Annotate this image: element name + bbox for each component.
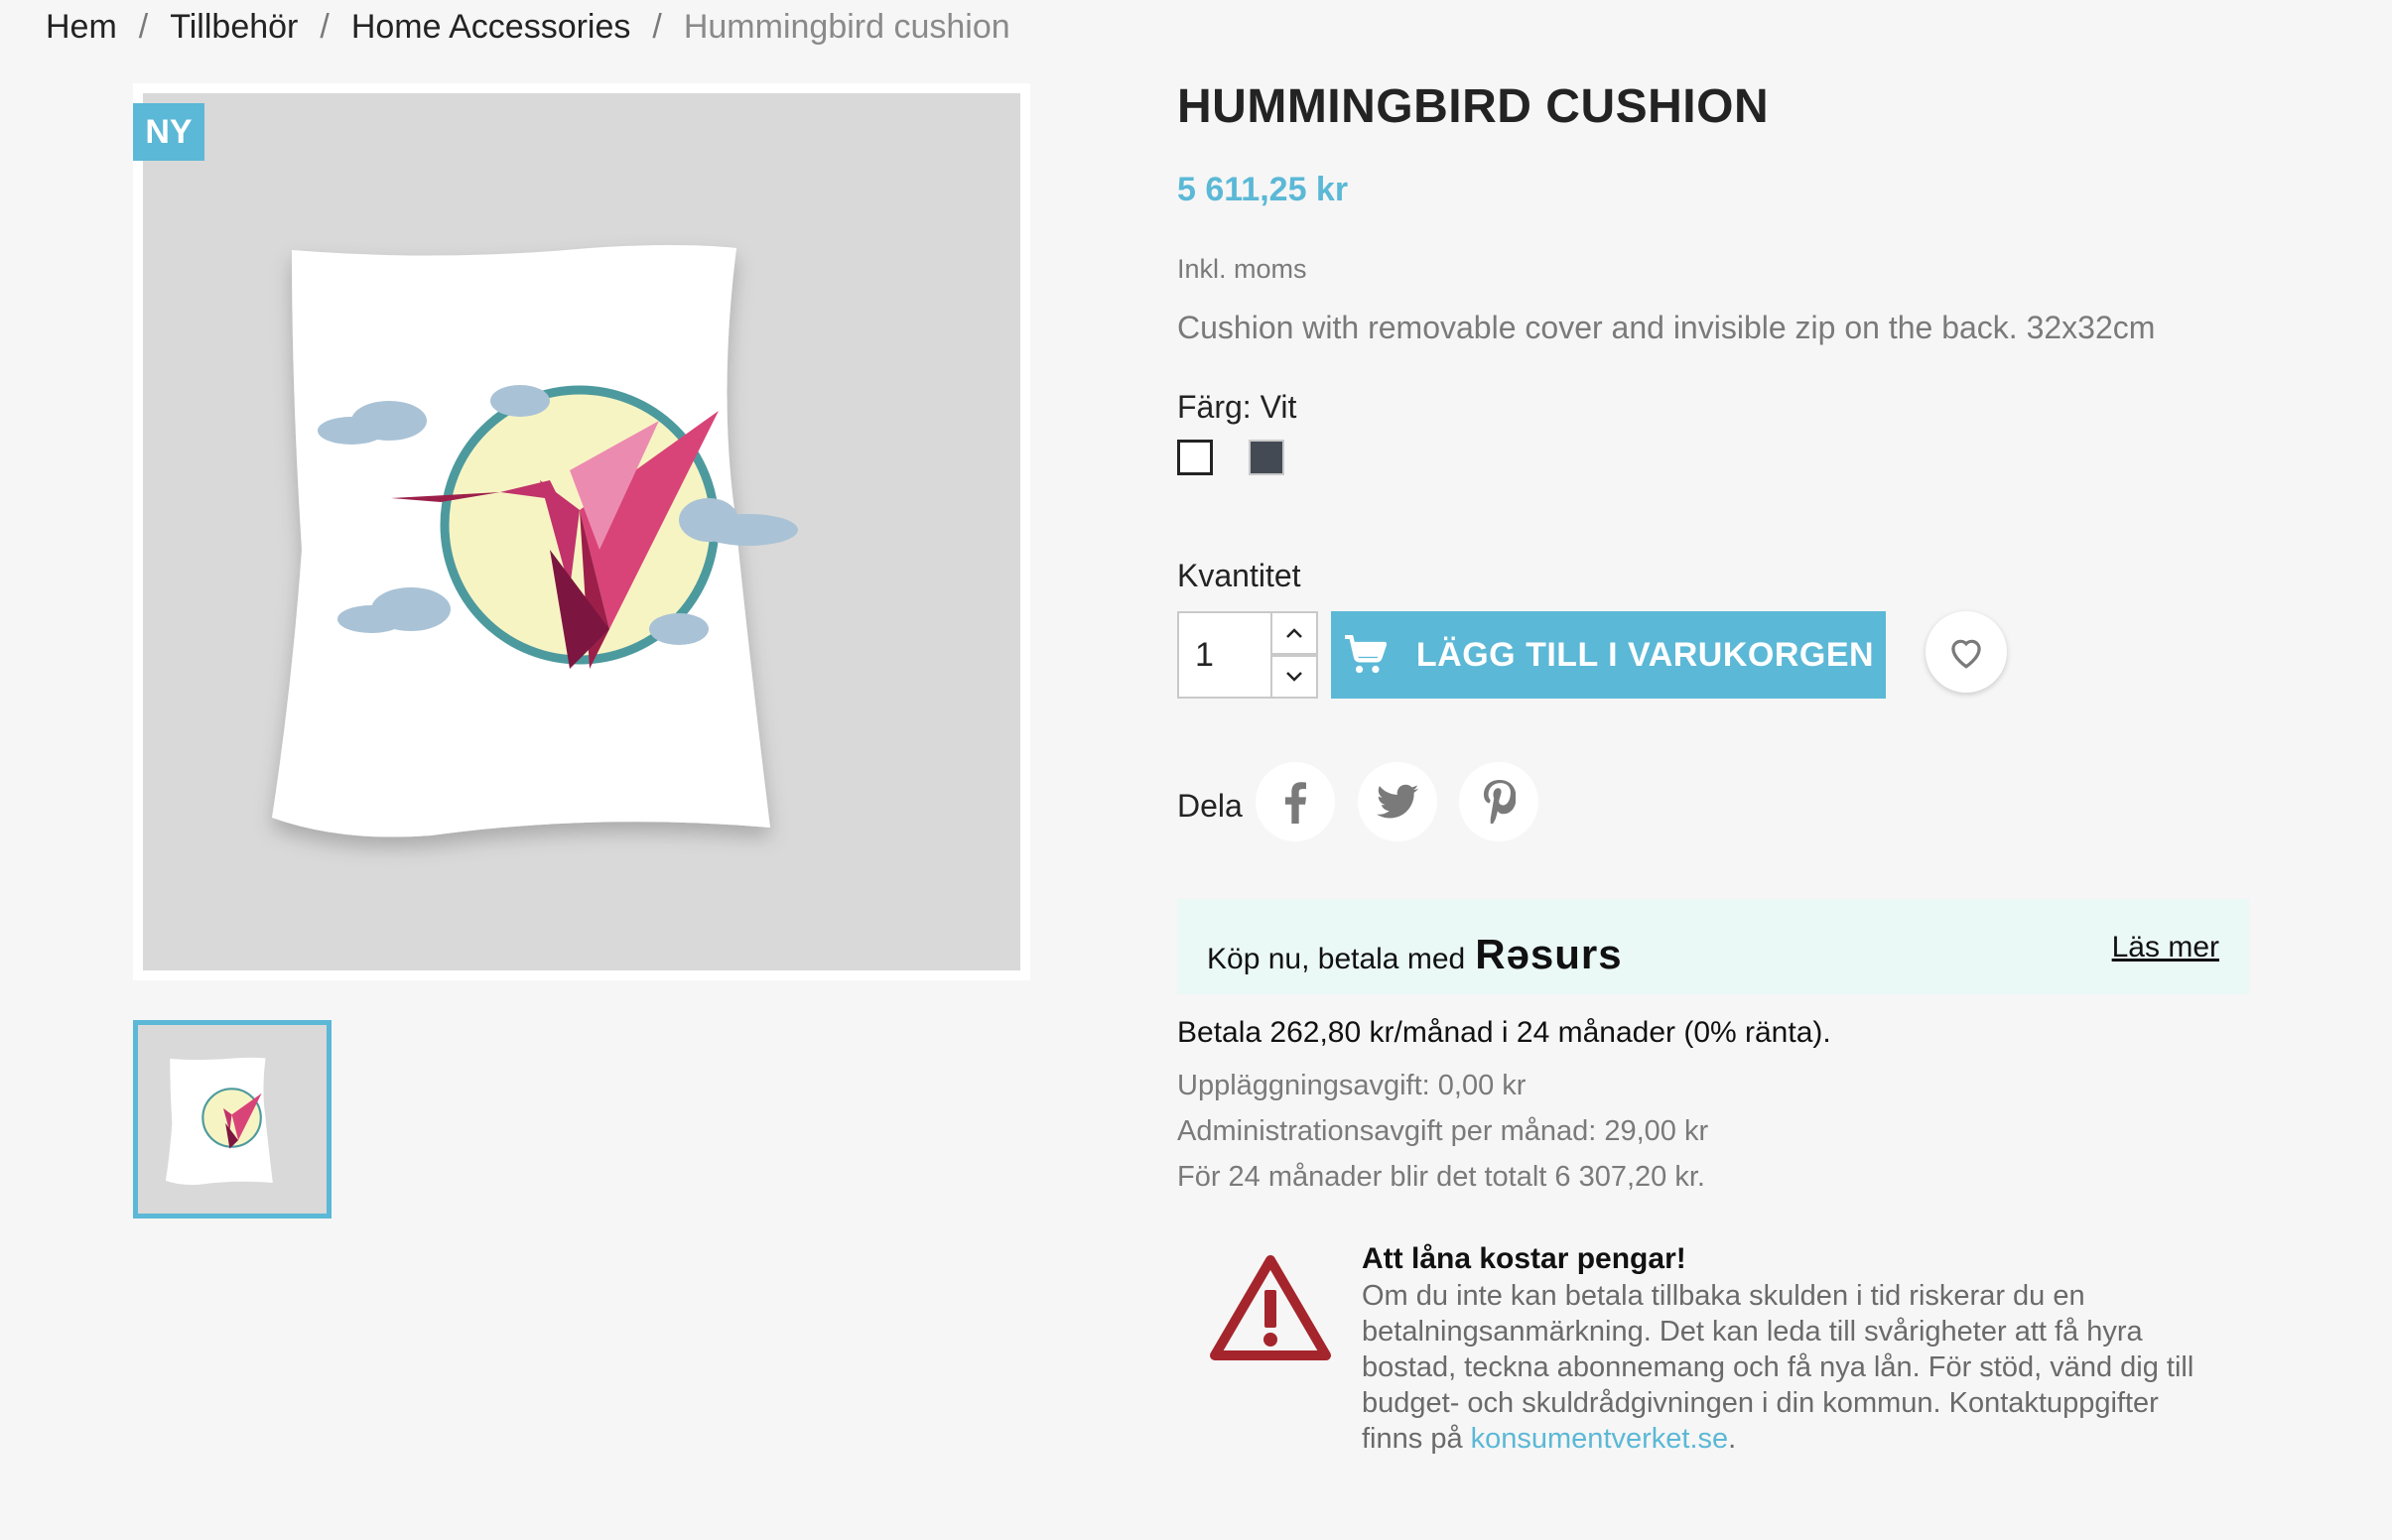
facebook-icon	[1284, 782, 1306, 824]
color-label: Färg: Vit	[1177, 389, 1297, 425]
share-twitter-button[interactable]	[1358, 762, 1437, 841]
heart-icon	[1951, 639, 1981, 669]
breadcrumb-tillbehor[interactable]: Tillbehör	[170, 8, 298, 47]
color-swatch-gray[interactable]	[1249, 440, 1284, 475]
add-to-cart-button[interactable]: LÄGG TILL I VARUKORGEN	[1331, 611, 1886, 699]
setup-fee-text: Uppläggningsavgift: 0,00 kr	[1177, 1070, 1527, 1101]
cushion-image	[272, 245, 798, 837]
admin-fee-text: Administrationsavgift per månad: 29,00 k…	[1177, 1115, 1709, 1147]
chevron-down-icon	[1286, 672, 1302, 682]
wishlist-button[interactable]	[1926, 611, 2007, 693]
breadcrumb-current: Hummingbird cushion	[683, 8, 1010, 46]
total-cost-text: För 24 månader blir det totalt 6 307,20 …	[1177, 1161, 1705, 1193]
konsumentverket-link[interactable]: konsumentverket.se	[1471, 1423, 1729, 1455]
breadcrumb: Hem / Tillbehör / Home Accessories / Hum…	[46, 8, 1010, 47]
cushion-thumbnail-image	[138, 1025, 327, 1214]
warning-body: Om du inte kan betala tillbaka skulden i…	[1362, 1278, 2215, 1457]
pinterest-icon	[1483, 780, 1516, 824]
new-badge: NY	[133, 103, 204, 161]
breadcrumb-separator: /	[652, 8, 662, 46]
warning-title: Att låna kostar pengar!	[1362, 1242, 1686, 1275]
share-label: Dela	[1177, 788, 1243, 824]
product-image-canvas	[143, 93, 1020, 970]
monthly-payment-text: Betala 262,80 kr/månad i 24 månader (0% …	[1177, 1016, 1831, 1049]
product-main-image[interactable]: NY	[133, 83, 1030, 980]
quantity-input[interactable]: 1	[1177, 611, 1272, 699]
share-pinterest-button[interactable]	[1459, 762, 1538, 841]
breadcrumb-separator: /	[138, 8, 149, 46]
breadcrumb-home[interactable]: Hem	[46, 8, 117, 47]
quantity-label: Kvantitet	[1177, 558, 1301, 593]
product-title: HUMMINGBIRD CUSHION	[1177, 80, 1770, 133]
shopping-cart-icon	[1343, 635, 1387, 675]
add-to-cart-label: LÄGG TILL I VARUKORGEN	[1415, 635, 1875, 674]
tax-note: Inkl. moms	[1177, 254, 1307, 284]
resurs-logo: Rəsurs	[1475, 931, 1623, 977]
quantity-decrease-button[interactable]	[1270, 655, 1318, 699]
chevron-up-icon	[1286, 628, 1302, 638]
product-thumbnail[interactable]	[133, 1020, 332, 1219]
product-price: 5 611,25 kr	[1177, 171, 1349, 208]
twitter-icon	[1377, 784, 1418, 819]
warning-end: .	[1728, 1423, 1737, 1455]
resurs-banner: Köp nu, betala med Rəsurs Läs mer	[1177, 899, 2249, 994]
warning-icon	[1209, 1252, 1332, 1366]
breadcrumb-separator: /	[320, 8, 330, 46]
resurs-pay-with-label: Köp nu, betala med	[1207, 943, 1466, 975]
resurs-text: Köp nu, betala med Rəsurs	[1207, 931, 1623, 978]
breadcrumb-home-accessories[interactable]: Home Accessories	[351, 8, 631, 47]
product-description: Cushion with removable cover and invisib…	[1177, 310, 2156, 345]
share-facebook-button[interactable]	[1256, 762, 1335, 841]
color-swatch-white[interactable]	[1177, 440, 1213, 475]
resurs-read-more-link[interactable]: Läs mer	[2112, 931, 2219, 964]
quantity-increase-button[interactable]	[1270, 611, 1318, 655]
